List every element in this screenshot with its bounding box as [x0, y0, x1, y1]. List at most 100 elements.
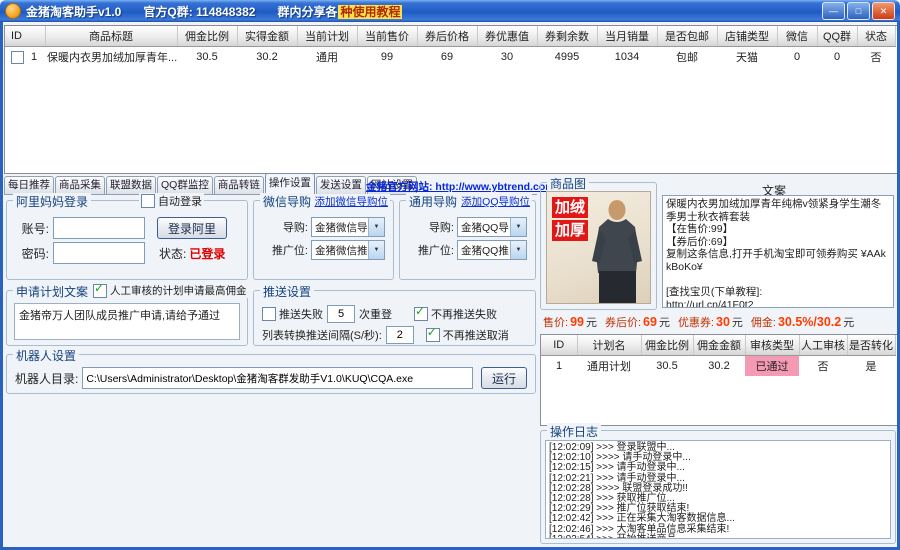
- col-current-plan[interactable]: 当前计划: [297, 26, 357, 47]
- robot-dir-label: 机器人目录:: [15, 370, 78, 387]
- col-wechat[interactable]: 微信: [777, 26, 817, 47]
- add-qq-guide-link[interactable]: 添加QQ导购位: [459, 194, 532, 209]
- copy-text-box[interactable]: 保暖内衣男加绒加厚青年纯棉v领紧身学生潮冬季男士秋衣裤套装 【在售价:99】 【…: [662, 195, 894, 308]
- chevron-down-icon[interactable]: ▼: [510, 218, 526, 236]
- col-id[interactable]: ID: [5, 26, 45, 47]
- maximize-icon: □: [856, 7, 861, 16]
- close-button[interactable]: ✕: [872, 2, 895, 20]
- after-coupon-label: 券后价:: [605, 314, 641, 330]
- col-current-price[interactable]: 当前售价: [357, 26, 417, 47]
- table-row[interactable]: ✓1 保暖内衣男加绒加厚青年... 30.5 30.2 通用 99 69 30 …: [5, 47, 895, 68]
- wechat-promo-select[interactable]: 金猪微信推广位_鹊桥▼: [311, 240, 385, 260]
- plan-col-id[interactable]: ID: [541, 335, 577, 356]
- official-qq-group-label: 官方Q群: 114848382: [143, 3, 255, 20]
- minimize-icon: —: [829, 7, 838, 16]
- robot-path-input[interactable]: [82, 367, 473, 389]
- row-checkbox[interactable]: ✓: [11, 51, 24, 64]
- col-monthly-sales[interactable]: 当月销量: [597, 26, 657, 47]
- push-settings-legend: 推送设置: [260, 283, 314, 300]
- cell-shop-type: 天猫: [717, 47, 777, 68]
- official-site-link[interactable]: 金猪官方网站: http://www.ybtrend.com/: [366, 179, 558, 194]
- plan-cell-commission-amount: 30.2: [693, 356, 745, 377]
- plan-col-commission-amount[interactable]: 佣金金额: [693, 335, 745, 356]
- plan-col-name[interactable]: 计划名: [577, 335, 641, 356]
- tab-alliance-data[interactable]: 联盟数据: [106, 176, 156, 194]
- manual-review-checkbox[interactable]: ✓: [93, 284, 107, 298]
- titlebar: 金猪淘客助手v1.0 官方Q群: 114848382 群内分享各种使用教程 — …: [0, 0, 900, 22]
- sale-price-unit: 元: [586, 314, 597, 330]
- product-table-header: ID 商品标题 佣金比例 实得金额 当前计划 当前售价 券后价格 券优惠值 券剩…: [5, 26, 895, 47]
- product-table: ID 商品标题 佣金比例 实得金额 当前计划 当前售价 券后价格 券优惠值 券剩…: [4, 25, 898, 174]
- sale-price-value: 99: [570, 315, 584, 329]
- tab-product-collect[interactable]: 商品采集: [55, 176, 105, 194]
- cell-coupon-remaining: 4995: [537, 47, 597, 68]
- tab-product-link[interactable]: 商品转链: [214, 176, 264, 194]
- plan-col-commission-ratio[interactable]: 佣金比例: [641, 335, 693, 356]
- col-product-title[interactable]: 商品标题: [45, 26, 177, 47]
- col-shop-type[interactable]: 店铺类型: [717, 26, 777, 47]
- retry-count-input[interactable]: [327, 305, 355, 323]
- wechat-guide-select[interactable]: 金猪微信导购▼: [311, 217, 385, 237]
- check-icon: ✓: [415, 305, 425, 317]
- no-repush-fail-checkbox[interactable]: ✓: [414, 307, 428, 321]
- tab-operation-settings[interactable]: 操作设置: [265, 173, 315, 194]
- fleece-badge: 加绒: [552, 197, 588, 218]
- login-ali-button[interactable]: 登录阿里: [157, 217, 227, 239]
- qq-promo-select[interactable]: 金猪QQ推广位_通用▼: [457, 240, 527, 260]
- plan-col-review-type[interactable]: 审核类型: [745, 335, 799, 356]
- col-status[interactable]: 状态: [857, 26, 895, 47]
- app-title: 金猪淘客助手v1.0: [26, 3, 121, 20]
- plan-cell-commission-ratio: 30.5: [641, 356, 693, 377]
- cell-net-amount: 30.2: [237, 47, 297, 68]
- plan-col-manual-review[interactable]: 人工审核: [799, 335, 847, 356]
- price-info-row: 售价: 99 元 券后价: 69 元 优惠券: 30 元 佣金: 30.5%/3…: [543, 314, 895, 330]
- password-input[interactable]: [53, 242, 145, 264]
- cell-status: 否: [857, 47, 895, 68]
- col-coupon-remaining[interactable]: 券剩余数: [537, 26, 597, 47]
- tab-daily-recommend[interactable]: 每日推荐: [4, 176, 54, 194]
- check-icon: ✓: [427, 326, 437, 338]
- maximize-button[interactable]: □: [847, 2, 870, 20]
- qq-promo-selected: 金猪QQ推广位_通用: [461, 243, 509, 258]
- manual-review-label: 人工审核的计划申请最高佣金: [110, 283, 247, 298]
- no-repush-cancel-checkbox[interactable]: ✓: [426, 328, 440, 342]
- plan-cell-manual-review: 否: [799, 356, 847, 377]
- model-photo: [586, 199, 648, 303]
- cell-current-plan: 通用: [297, 47, 357, 68]
- chevron-down-icon[interactable]: ▼: [510, 241, 526, 259]
- push-fail-checkbox[interactable]: ✓: [262, 307, 276, 321]
- chevron-down-icon[interactable]: ▼: [368, 241, 384, 259]
- alimama-login-group: 阿里妈妈登录 ✓ 自动登录 账号: 登录阿里 密码: 状态: 已登录: [6, 200, 248, 280]
- check-icon: ✓: [94, 282, 104, 294]
- password-label: 密码:: [15, 245, 49, 262]
- tab-qq-monitor[interactable]: QQ群监控: [157, 176, 213, 194]
- plan-table-row[interactable]: 1 通用计划 30.5 30.2 已通过 否 是: [541, 356, 895, 377]
- plan-copy-textbox[interactable]: 金猪帝万人团队成员推广申请,请给予通过: [14, 303, 240, 340]
- plan-col-converted[interactable]: 是否转化: [847, 335, 895, 356]
- col-net-amount[interactable]: 实得金额: [237, 26, 297, 47]
- col-commission-ratio[interactable]: 佣金比例: [177, 26, 237, 47]
- alimama-login-legend: 阿里妈妈登录: [13, 193, 91, 210]
- col-coupon-value[interactable]: 券优惠值: [477, 26, 537, 47]
- wechat-guide-label: 导购:: [262, 219, 308, 235]
- operation-log-box[interactable]: [12:02:09] >>> 登录联盟中... [12:02:10] >>>> …: [545, 440, 891, 539]
- auto-login-checkbox[interactable]: ✓: [141, 194, 155, 208]
- cell-qq-group: 0: [817, 47, 857, 68]
- wechat-promo-label: 推广位:: [262, 242, 308, 258]
- qq-guide-select[interactable]: 金猪QQ导购▼: [457, 217, 527, 237]
- chevron-down-icon[interactable]: ▼: [368, 218, 384, 236]
- col-free-shipping[interactable]: 是否包邮: [657, 26, 717, 47]
- minimize-button[interactable]: —: [822, 2, 845, 20]
- run-button[interactable]: 运行: [481, 367, 527, 389]
- app-icon: [5, 3, 21, 19]
- auto-login-label: 自动登录: [158, 193, 202, 209]
- account-input[interactable]: [53, 217, 145, 239]
- no-repush-cancel-label: 不再推送取消: [443, 327, 509, 343]
- add-wechat-guide-link[interactable]: 添加微信导购位: [313, 194, 391, 209]
- tab-send-settings[interactable]: 发送设置: [316, 176, 366, 194]
- push-interval-input[interactable]: [386, 326, 414, 344]
- col-coupon-price[interactable]: 券后价格: [417, 26, 477, 47]
- col-qq-group[interactable]: QQ群: [817, 26, 857, 47]
- robot-settings-legend: 机器人设置: [13, 347, 79, 364]
- plan-cell-review-type: 已通过: [745, 356, 799, 377]
